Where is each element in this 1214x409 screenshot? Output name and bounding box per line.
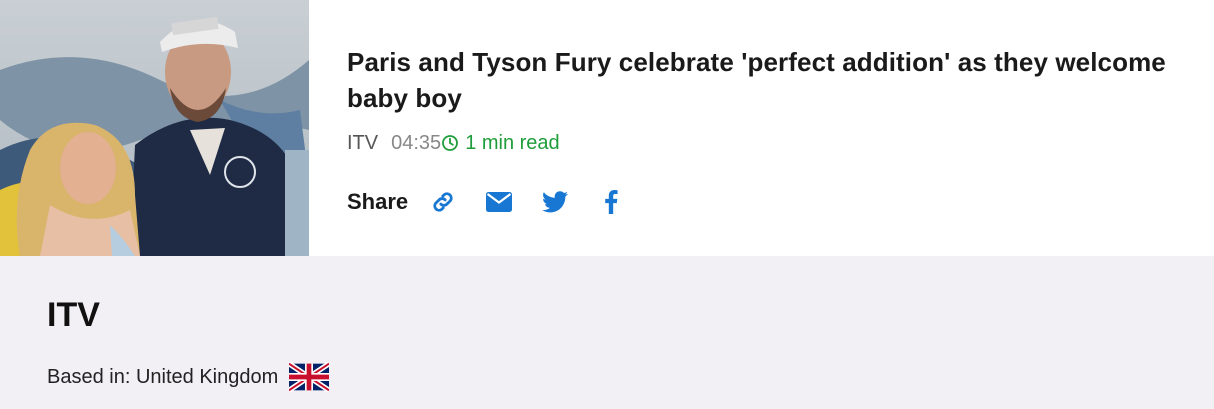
article-content: Paris and Tyson Fury celebrate 'perfect … (347, 44, 1187, 156)
share-label: Share (347, 189, 409, 214)
article-thumbnail[interactable] (0, 0, 309, 256)
clock-icon (441, 134, 459, 152)
based-in-label: Based in: United Kingdom (47, 365, 279, 388)
facebook-icon (605, 190, 618, 214)
article-meta: ITV 04:35 1 min read (347, 130, 1187, 156)
share-bar: Share (347, 185, 652, 219)
link-icon (433, 192, 453, 212)
article-headline[interactable]: Paris and Tyson Fury celebrate 'perfect … (347, 44, 1187, 116)
email-icon (486, 192, 513, 212)
read-time: 1 min read (465, 131, 560, 154)
article-source: ITV (347, 131, 379, 154)
uk-flag-icon (289, 362, 330, 392)
email-share-button[interactable] (484, 187, 514, 217)
publisher-location: Based in: United Kingdom (47, 362, 330, 392)
publisher-name[interactable]: ITV (47, 296, 100, 335)
article-card[interactable]: Paris and Tyson Fury celebrate 'perfect … (0, 0, 1214, 256)
facebook-share-button[interactable] (596, 187, 626, 217)
twitter-share-button[interactable] (540, 187, 570, 217)
copy-link-button[interactable] (428, 187, 458, 217)
article-time: 04:35 (391, 131, 442, 154)
twitter-icon (542, 191, 569, 213)
